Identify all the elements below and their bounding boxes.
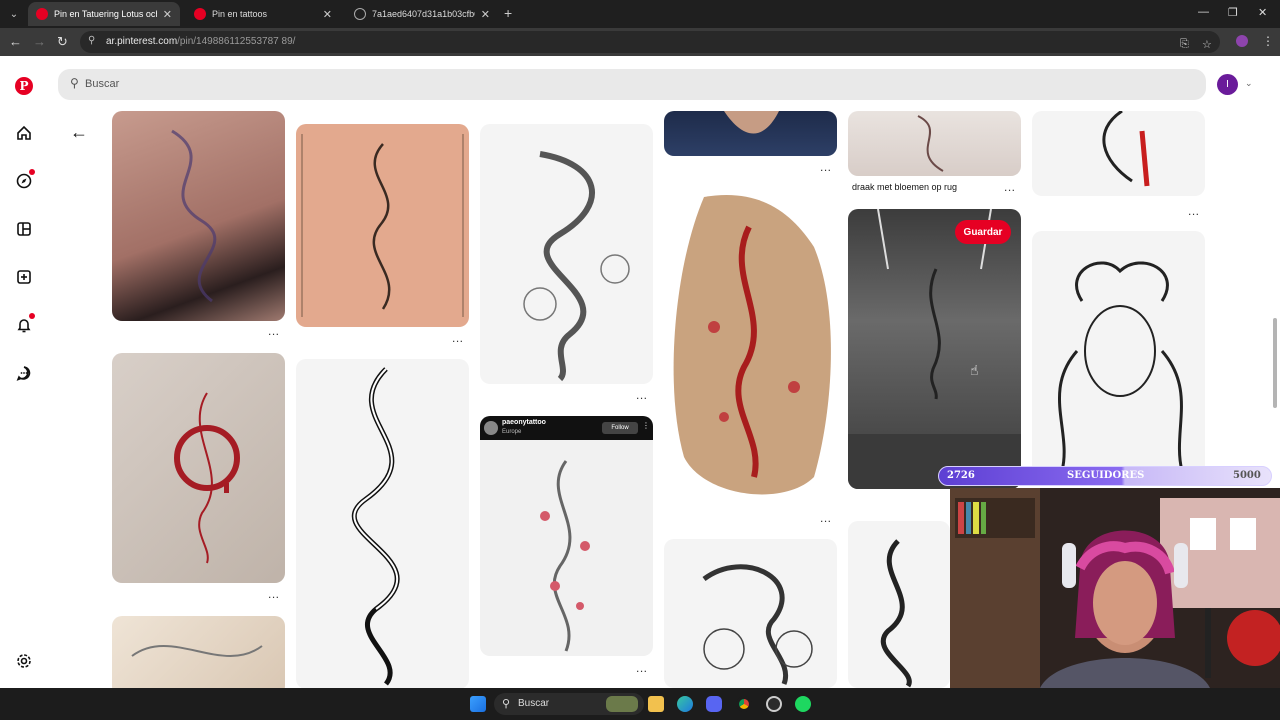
browser-profile-icon[interactable] <box>1236 35 1248 47</box>
install-app-icon[interactable]: ⎘ <box>1180 38 1189 51</box>
pin-dragon-back-tattoo-photo[interactable] <box>112 111 285 321</box>
pinterest-favicon-icon <box>194 8 206 20</box>
bookmark-star-icon[interactable]: ☆ <box>1202 38 1212 51</box>
follower-goal-bar: 2726 SEGUIDORES 5000 <box>938 466 1272 486</box>
reload-icon[interactable]: ↻ <box>57 34 68 50</box>
pin-paeonytattoo-dragon[interactable]: paeonytattoo Europe Follow ⋮ <box>480 416 653 656</box>
pin-dragon-with-peonies[interactable] <box>664 539 837 688</box>
followers-goal: 5000 <box>1233 470 1261 481</box>
side-navigation: P <box>0 56 48 688</box>
page-scrollbar[interactable] <box>1273 318 1277 408</box>
pin-red-dragon-moon-art[interactable] <box>112 353 285 583</box>
browser-menu-icon[interactable]: ⋮ <box>1262 34 1274 48</box>
pin-more-options-icon[interactable]: ... <box>452 331 464 345</box>
pin-more-options-icon[interactable]: ... <box>820 511 832 525</box>
tab-close-icon[interactable]: ✕ <box>481 8 490 21</box>
save-button[interactable]: Guardar <box>955 220 1011 244</box>
pin-black-dragon-lineart[interactable] <box>296 359 469 688</box>
tab-pin-tatuering[interactable]: Pin en Tatuering Lotus och aum ✕ <box>28 2 180 26</box>
browser-tab-strip: ⌄ Pin en Tatuering Lotus och aum ✕ Pin e… <box>0 0 1280 28</box>
pin-dragon-sketch-peach[interactable] <box>296 124 469 327</box>
browser-toolbar: ← → ↻ ⚲ ar.pinterest.com/pin/14988611255… <box>0 28 1280 56</box>
tab-close-icon[interactable]: ✕ <box>163 8 172 21</box>
back-arrow-icon[interactable]: ← <box>70 122 88 143</box>
site-info-icon[interactable]: ⚲ <box>88 35 100 47</box>
tab-search-menu-icon[interactable]: ⌄ <box>4 4 24 24</box>
board-icon[interactable] <box>14 219 34 239</box>
tab-label: Pin en tattoos <box>212 9 268 19</box>
settings-icon[interactable] <box>14 651 34 671</box>
new-tab-icon[interactable]: + <box>504 5 512 21</box>
address-bar[interactable]: ⚲ ar.pinterest.com/pin/149886112553787 8… <box>80 31 1220 53</box>
edge-icon[interactable] <box>677 696 693 712</box>
back-icon[interactable]: ← <box>9 34 22 49</box>
file-explorer-icon[interactable] <box>648 696 664 712</box>
home-icon[interactable] <box>14 123 34 143</box>
pin-more-options-icon[interactable]: ... <box>820 160 832 174</box>
taskbar-search-label: Buscar <box>518 698 550 709</box>
tab-close-icon[interactable]: ✕ <box>323 8 332 21</box>
notifications-icon[interactable] <box>14 313 35 335</box>
pin-spine-dragon-photo[interactable] <box>848 209 1021 489</box>
create-icon[interactable] <box>14 267 34 287</box>
pin-more-options-icon[interactable]: ... <box>268 587 280 601</box>
pin-medusa-sketch[interactable] <box>1032 231 1205 486</box>
pin-caption[interactable]: draak met bloemen op rug <box>852 182 957 192</box>
pin-draak-met-bloemen[interactable] <box>848 111 1021 176</box>
obs-icon[interactable] <box>766 696 782 712</box>
search-input[interactable]: ⚲ Buscar <box>58 69 1206 100</box>
windows-start-icon[interactable] <box>470 696 486 712</box>
chrome-icon[interactable] <box>736 696 752 712</box>
pin-sketchbook-dragon[interactable] <box>112 616 285 688</box>
pinterest-logo-icon[interactable]: P <box>14 76 34 96</box>
url-text: ar.pinterest.com/pin/149886112553787 89/ <box>106 36 296 47</box>
explore-icon[interactable] <box>14 169 35 191</box>
pinterest-favicon-icon <box>36 8 48 20</box>
followers-current: 2726 <box>947 470 975 481</box>
pin-dragon-with-lilies[interactable] <box>480 124 653 384</box>
tab-image-hash[interactable]: 7a1aed6407d31a1b03cfb6b8c4 ✕ <box>346 2 498 26</box>
chevron-down-icon[interactable]: ⌄ <box>1245 78 1253 89</box>
pin-more-options-icon[interactable]: ... <box>268 324 280 338</box>
discord-icon[interactable] <box>706 696 722 712</box>
windows-taskbar: ⚲ Buscar <box>0 688 1280 720</box>
tab-label: 7a1aed6407d31a1b03cfb6b8c4 <box>372 9 475 19</box>
avatar[interactable]: I <box>1217 74 1238 95</box>
search-icon: ⚲ <box>502 698 511 710</box>
pin-more-options-icon[interactable]: ... <box>1188 204 1200 218</box>
minimize-icon[interactable]: — <box>1198 6 1209 18</box>
taskbar-search-input[interactable]: ⚲ Buscar <box>494 693 644 715</box>
close-window-icon[interactable]: ✕ <box>1258 6 1267 19</box>
tab-pin-tattoos[interactable]: Pin en tattoos ✕ <box>186 2 340 26</box>
pin-back-photo-dark[interactable] <box>664 111 837 156</box>
spotify-icon[interactable] <box>795 696 811 712</box>
messages-icon[interactable] <box>14 363 34 383</box>
search-placeholder: Buscar <box>85 78 120 90</box>
pin-koi-fish-kraft-paper[interactable] <box>664 187 837 505</box>
globe-favicon-icon <box>354 8 366 20</box>
pin-more-options-icon[interactable]: ... <box>636 388 648 402</box>
pin-red-tassel-sketch[interactable] <box>1032 111 1205 196</box>
pin-more-options-icon[interactable]: ... <box>1004 180 1016 194</box>
pin-more-options-icon[interactable]: ... <box>636 661 648 675</box>
restore-icon[interactable]: ❐ <box>1228 6 1238 19</box>
search-highlight-icon <box>606 696 638 712</box>
pin-dragon-sketch-partial[interactable] <box>848 521 950 688</box>
mouse-cursor-icon: ☝ <box>970 362 979 378</box>
tab-label: Pin en Tatuering Lotus och aum <box>54 9 157 19</box>
webcam-feed <box>950 488 1280 688</box>
search-icon: ⚲ <box>70 76 79 90</box>
followers-label: SEGUIDORES <box>1067 470 1145 481</box>
forward-icon[interactable]: → <box>33 34 46 49</box>
